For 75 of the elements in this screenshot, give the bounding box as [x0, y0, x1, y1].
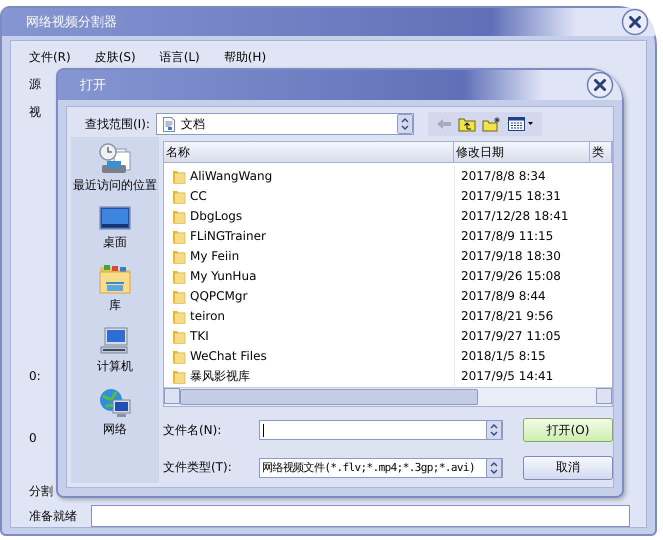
folder-icon	[172, 188, 186, 204]
place-label[interactable]: 桌面	[103, 234, 127, 251]
date-cell: 2017/9/18 18:30	[454, 246, 590, 266]
label-text: 分割	[29, 483, 53, 499]
file-name[interactable]: DbgLogs	[190, 209, 242, 223]
column-header[interactable]: 修改日期	[454, 142, 590, 162]
file-name[interactable]: My YunHua	[190, 269, 256, 283]
label-text: 0:	[29, 369, 41, 385]
place-label[interactable]: 网络	[103, 421, 127, 438]
file-name[interactable]: TKI	[190, 329, 209, 343]
file-name[interactable]: My Feiin	[190, 249, 240, 263]
file-name[interactable]: CC	[190, 189, 207, 203]
date-cell: 2017/9/27 11:05	[454, 326, 590, 346]
clock-documents-icon	[98, 143, 132, 175]
file-name[interactable]: 暴风影视库	[190, 368, 250, 384]
look-in-label: 查找范围(I):	[85, 116, 150, 132]
menu-item[interactable]: 语言(L)	[160, 49, 200, 67]
horizontal-scrollbar[interactable]	[164, 387, 612, 406]
spinner-icon[interactable]	[396, 114, 413, 134]
file-name-label: 文件名(N):	[163, 422, 222, 439]
menu-item[interactable]: 皮肤(S)	[94, 49, 136, 67]
place-label[interactable]: 最近访问的位置	[73, 177, 157, 194]
open-button[interactable]: 打开(O)	[523, 418, 613, 442]
date-cell: 2017/12/28 18:41	[454, 206, 590, 226]
date-cell: 2017/9/26 15:08	[454, 266, 590, 286]
place-label[interactable]: 计算机	[97, 358, 133, 375]
new-folder-icon[interactable]	[482, 116, 502, 132]
status-text: 准备就绪	[29, 508, 77, 524]
date-cell: 2018/1/5 8:15	[454, 346, 590, 366]
folder-icon	[172, 248, 186, 264]
label-text: 视	[29, 104, 41, 120]
monitor-icon	[99, 206, 131, 232]
column-header[interactable]: 名称	[164, 142, 454, 162]
folder-icon	[172, 208, 186, 224]
menu-item[interactable]: 帮助(H)	[224, 49, 266, 67]
menu-item[interactable]: 文件(R)	[29, 49, 71, 67]
globe-monitor-icon	[98, 387, 132, 419]
close-icon[interactable]	[586, 71, 614, 99]
folder-icon	[172, 308, 186, 324]
folder-icon	[172, 368, 186, 384]
folder-icon	[172, 348, 186, 364]
folder-icon	[172, 168, 186, 184]
file-type-label: 文件类型(T):	[163, 459, 233, 476]
folder-up-icon[interactable]	[458, 116, 476, 132]
file-name[interactable]: teiron	[190, 309, 226, 323]
column-header[interactable]: 类	[590, 142, 612, 162]
view-menu-icon[interactable]	[508, 117, 534, 131]
date-cell: 2017/8/8 8:34	[454, 166, 590, 186]
file-name-field[interactable]	[259, 420, 503, 440]
folder-icon	[172, 228, 186, 244]
place-label[interactable]: 库	[109, 297, 121, 314]
file-type-dropdown[interactable]: 网络视频文件(*.flv;*.mp4;*.3gp;*.avi)	[259, 458, 503, 478]
spinner-icon[interactable]	[486, 458, 502, 478]
folder-icon	[172, 328, 186, 344]
date-cell: 2017/9/5 14:41	[454, 366, 590, 386]
spinner-icon[interactable]	[486, 420, 502, 440]
file-name[interactable]: WeChat Files	[190, 349, 267, 363]
date-cell: 2017/9/15 18:31	[454, 186, 590, 206]
file-name[interactable]: QQPCMgr	[190, 289, 248, 303]
file-name[interactable]: AliWangWang	[190, 169, 272, 183]
folder-icon	[172, 288, 186, 304]
date-cell: 2017/8/9 8:44	[454, 286, 590, 306]
label-text: 0	[29, 431, 37, 447]
close-icon[interactable]	[621, 8, 649, 36]
date-cell: 2017/8/9 11:15	[454, 226, 590, 246]
look-in-dropdown[interactable]: 文档	[156, 113, 414, 135]
date-cell: 2017/8/21 9:56	[454, 306, 590, 326]
file-name[interactable]: FLiNGTrainer	[190, 229, 266, 243]
dialog-title: 打开	[80, 77, 106, 94]
library-folder-icon	[98, 263, 132, 295]
window-title: 网络视频分割器	[26, 14, 117, 31]
document-icon	[162, 116, 175, 132]
label-text: 源	[29, 76, 41, 92]
folder-icon	[172, 268, 186, 284]
cancel-button[interactable]: 取消	[523, 456, 613, 480]
